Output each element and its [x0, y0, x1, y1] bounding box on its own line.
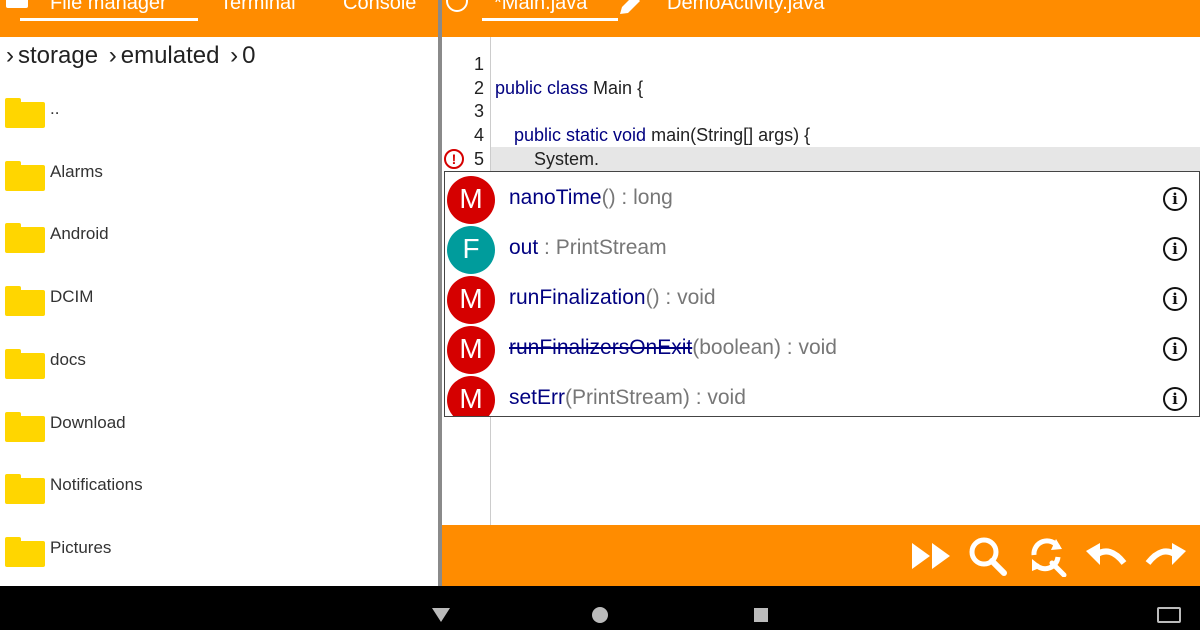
folder-icon [5, 536, 45, 567]
app-root: File manager Terminal Console › storage ›… [0, 0, 1200, 630]
file-list-item[interactable]: DCIM [0, 260, 438, 322]
breadcrumb-separator: › [230, 42, 239, 69]
suggestion-name: setErr [509, 386, 566, 409]
suggestion-text: runFinalization() : void [509, 286, 716, 310]
info-icon[interactable]: i [1163, 187, 1187, 211]
undo-icon[interactable] [1084, 535, 1128, 577]
suggestion-item[interactable]: Fout : PrintStream i [445, 222, 1199, 274]
file-name: .. [50, 99, 60, 118]
suggestion-name: out [509, 236, 539, 259]
file-name: docs [50, 349, 86, 369]
system-nav-bar [0, 586, 1200, 630]
line-number: 1 [473, 54, 484, 74]
breadcrumb-item-0[interactable]: 0 [242, 42, 255, 69]
suggestion-signature: (PrintStream) : void [565, 386, 746, 409]
suggestion-text: runFinalizersOnExit(boolean) : void [509, 336, 837, 360]
code-line-5: System. [534, 149, 600, 169]
file-manager-pane: File manager Terminal Console › storage ›… [0, 0, 438, 586]
suggestion-item[interactable]: MsetErr(PrintStream) : void i [445, 372, 1199, 416]
file-list-item[interactable]: Android [0, 197, 438, 259]
file-list-item[interactable]: Notifications [0, 448, 438, 510]
file-manager-icon [6, 0, 28, 8]
fast-forward-icon[interactable] [910, 535, 954, 577]
method-badge-icon: M [447, 276, 495, 324]
field-badge-icon: F [447, 226, 495, 274]
breadcrumb-separator: › [108, 42, 117, 69]
tab-terminal[interactable]: Terminal [220, 0, 296, 15]
suggestion-name: nanoTime [509, 186, 602, 209]
line-number: 5 [473, 149, 484, 169]
code-text: main(String[] args) { [646, 125, 811, 145]
suggestion-name: runFinalizersOnExit [509, 336, 693, 359]
method-badge-icon: M [447, 376, 495, 416]
file-name: Pictures [50, 537, 112, 557]
info-icon[interactable]: i [1163, 287, 1187, 311]
suggestion-text: out : PrintStream [509, 236, 667, 260]
breadcrumb: › storage › emulated › 0 [6, 42, 260, 70]
code-line-4: public static void main(String[] args) { [514, 125, 810, 146]
suggestion-item[interactable]: MrunFinalizersOnExit(boolean) : void i [445, 322, 1199, 374]
suggestion-item[interactable]: MnanoTime() : long i [445, 172, 1199, 224]
folder-icon [5, 223, 45, 254]
folder-icon [5, 474, 45, 505]
file-name: Android [50, 224, 109, 244]
code-keyword: public static void [514, 125, 647, 145]
suggestion-signature: (boolean) : void [692, 336, 837, 359]
tab-file-manager[interactable]: File manager [50, 0, 167, 15]
breadcrumb-item-emulated[interactable]: emulated [121, 42, 220, 69]
file-name: DCIM [50, 287, 94, 307]
folder-icon [5, 160, 45, 191]
folder-icon [5, 411, 45, 442]
suggestion-signature: () : void [645, 286, 716, 309]
suggestion-item[interactable]: MrunFinalization() : void i [445, 272, 1199, 324]
file-list-item[interactable]: .. [0, 72, 438, 134]
replace-icon[interactable] [1026, 535, 1070, 577]
tab-demo-activity-java[interactable]: DemoActivity.java [667, 0, 824, 15]
recents-icon[interactable] [754, 608, 768, 622]
method-badge-icon: M [447, 326, 495, 374]
file-name: Download [50, 412, 126, 432]
file-list-item[interactable]: docs [0, 323, 438, 385]
code-keyword: public class [495, 78, 589, 98]
info-icon[interactable]: i [1163, 337, 1187, 361]
folder-icon [5, 286, 45, 317]
keyboard-icon[interactable] [1157, 607, 1181, 623]
folder-icon [5, 98, 45, 128]
left-tab-bar: File manager Terminal Console [0, 0, 438, 37]
tab-console[interactable]: Console [343, 0, 416, 15]
home-icon[interactable] [592, 607, 608, 623]
suggestion-name: runFinalization [509, 286, 646, 309]
suggestion-signature: : PrintStream [538, 236, 667, 259]
tab-main-java[interactable]: *Main.java [494, 0, 587, 15]
redo-icon[interactable] [1144, 535, 1188, 577]
active-tab-indicator [20, 18, 198, 21]
file-list-item[interactable]: Download [0, 386, 438, 448]
breadcrumb-separator: › [6, 42, 14, 69]
error-icon[interactable]: ! [444, 149, 464, 169]
info-icon[interactable]: i [1163, 237, 1187, 261]
file-name: Notifications [50, 475, 143, 495]
file-name: Alarms [50, 161, 103, 181]
method-badge-icon: M [447, 176, 495, 224]
line-number: 2 [473, 78, 484, 98]
back-icon[interactable] [432, 608, 450, 622]
info-icon[interactable]: i [1163, 387, 1187, 411]
line-number: 3 [473, 101, 484, 121]
pencil-icon [620, 0, 640, 14]
editor-toolbar [442, 525, 1200, 586]
suggestion-text: setErr(PrintStream) : void [509, 386, 746, 410]
suggestion-signature: () : long [601, 186, 673, 209]
file-list-item[interactable]: Pictures [0, 511, 438, 573]
active-editor-tab-indicator [482, 18, 618, 21]
file-list-item[interactable]: Alarms [0, 135, 438, 197]
autocomplete-popup: MnanoTime() : long i Fout : PrintStream i Mr… [444, 171, 1200, 417]
line-number: 4 [473, 125, 484, 145]
breadcrumb-item-storage[interactable]: storage [18, 42, 98, 69]
code-text: Main { [588, 78, 644, 98]
folder-icon [5, 348, 45, 379]
search-icon[interactable] [966, 535, 1010, 577]
code-line-2: public class Main { [495, 78, 643, 99]
suggestion-text: nanoTime() : long [509, 186, 673, 210]
